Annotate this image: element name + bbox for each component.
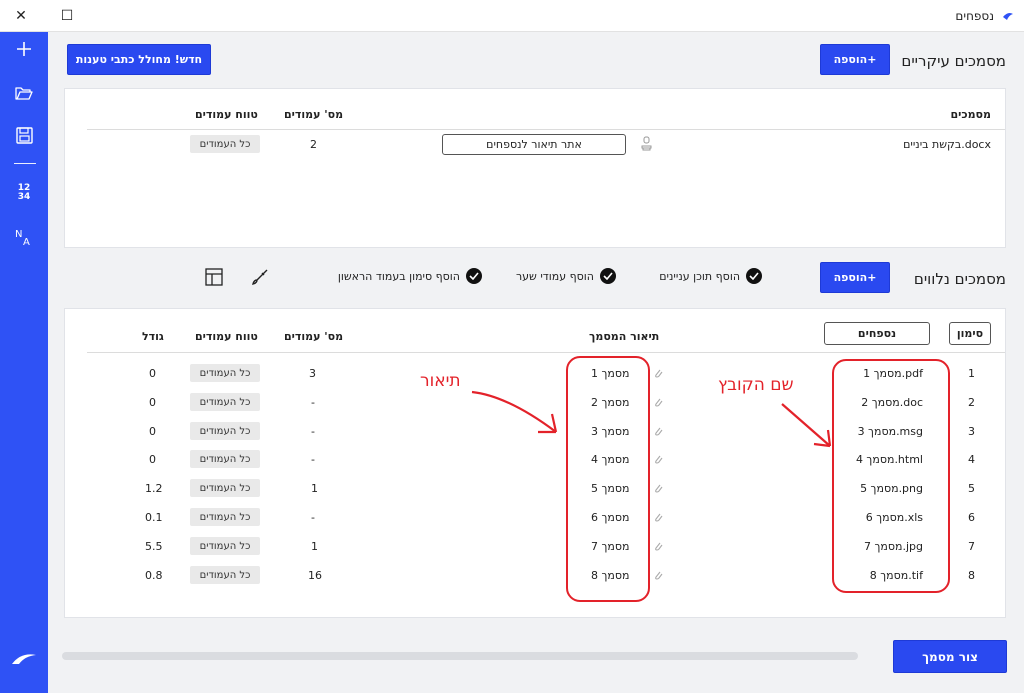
paperclip-icon[interactable] — [653, 453, 663, 465]
col-size: גודל — [142, 330, 164, 343]
col-appendices[interactable]: נספחים — [824, 322, 930, 345]
row-page-count: - — [311, 511, 315, 524]
svg-text:A: A — [23, 237, 30, 247]
stamp-icon[interactable] — [641, 136, 652, 151]
paperclip-icon[interactable] — [653, 396, 663, 408]
row-page-range[interactable]: כל העמודים — [190, 393, 260, 411]
create-document-button[interactable]: צור מסמך — [893, 640, 1007, 673]
main-documents-title: מסמכים עיקריים — [901, 52, 1006, 70]
row-page-count: - — [311, 425, 315, 438]
row-page-count: 1 — [311, 482, 318, 495]
row-mark: 6 — [968, 511, 975, 524]
window-title: נספחים — [955, 9, 994, 23]
app-logo-icon — [1003, 13, 1013, 20]
save-button[interactable] — [9, 120, 39, 150]
title-bar: ✕ ☐ נספחים — [0, 0, 1024, 32]
option-table-of-contents[interactable]: הוסף תוכן עניינים — [659, 268, 762, 284]
main-area: מסמכים עיקריים הוספה+ חדש! מחולל כתבי טע… — [48, 32, 1024, 693]
row-size: 1.2 — [145, 482, 163, 495]
row-page-count: 1 — [311, 540, 318, 553]
row-page-range[interactable]: כל העמודים — [190, 537, 260, 555]
svg-text:N: N — [15, 229, 22, 240]
paperclip-icon[interactable] — [653, 511, 663, 523]
close-button[interactable]: ✕ — [8, 4, 34, 28]
arrow-to-files-icon — [781, 403, 832, 448]
left-toolbar: 12 34 NA — [0, 32, 48, 693]
file-name-highlight — [832, 359, 950, 593]
row-page-count: - — [311, 396, 315, 409]
col-documents: מסמכים — [950, 108, 991, 121]
row-mark: 2 — [968, 396, 975, 409]
find-description-button[interactable]: אתר תיאור לנספחים — [442, 134, 626, 155]
description-highlight — [566, 356, 650, 602]
description-annotation: תיאור — [420, 371, 461, 391]
row-size: 5.5 — [145, 540, 163, 553]
col-page-count: מס' עמודים — [284, 330, 344, 343]
row-page-range[interactable]: כל העמודים — [190, 364, 260, 382]
row-page-count: 3 — [309, 367, 316, 380]
open-button[interactable] — [9, 78, 39, 108]
add-attached-document-button[interactable]: הוספה+ — [820, 262, 890, 293]
save-icon — [15, 126, 33, 144]
paperclip-icon[interactable] — [653, 540, 663, 552]
row-mark: 7 — [968, 540, 975, 553]
check-circle-icon — [746, 268, 762, 284]
numbering-icon: 12 34 — [17, 183, 31, 202]
row-page-range[interactable]: כל העמודים — [190, 508, 260, 526]
row-size: 0 — [149, 425, 156, 438]
brush-icon[interactable] — [251, 268, 269, 286]
arrow-to-descriptions-icon — [471, 390, 558, 434]
row-page-count: - — [311, 453, 315, 466]
text-size-icon: NA — [15, 229, 30, 247]
row-page-range[interactable]: כל העמודים — [190, 422, 260, 440]
close-icon: ✕ — [15, 8, 27, 24]
main-documents-panel: מסמכים מס' עמודים טווח עמודים בקשת ביניי… — [64, 88, 1006, 248]
maximize-icon: ☐ — [60, 8, 74, 24]
col-mark[interactable]: סימון — [949, 322, 991, 345]
col-page-range: טווח עמודים — [195, 330, 258, 343]
row-mark: 3 — [968, 425, 975, 438]
quill-icon — [12, 654, 36, 664]
check-circle-icon — [600, 268, 616, 284]
font-size-button[interactable]: NA — [9, 222, 39, 252]
pleadings-wizard-button[interactable]: חדש! מחולל כתבי טענות — [67, 44, 211, 75]
row-mark: 4 — [968, 453, 975, 466]
add-main-document-button[interactable]: הוספה+ — [820, 44, 890, 75]
new-button[interactable] — [9, 34, 39, 64]
main-doc-page-range[interactable]: כל העמודים — [190, 135, 260, 153]
paperclip-icon[interactable] — [653, 569, 663, 581]
check-circle-icon — [466, 268, 482, 284]
row-size: 0 — [149, 396, 156, 409]
folder-open-icon — [15, 87, 33, 100]
plus-icon — [17, 42, 31, 56]
attached-documents-title: מסמכים נלווים — [913, 270, 1006, 288]
col-page-count: מס' עמודים — [284, 108, 344, 121]
row-page-range[interactable]: כל העמודים — [190, 566, 260, 584]
progress-bar — [62, 652, 858, 660]
row-mark: 5 — [968, 482, 975, 495]
row-page-range[interactable]: כל העמודים — [190, 479, 260, 497]
file-name-annotation: שם הקובץ — [718, 375, 794, 395]
option-cover-pages[interactable]: הוסף עמודי שער — [516, 268, 616, 284]
row-mark: 1 — [968, 367, 975, 380]
row-size: 0 — [149, 453, 156, 466]
row-size: 0.8 — [145, 569, 163, 582]
paperclip-icon[interactable] — [653, 482, 663, 494]
option-first-page-mark[interactable]: הוסף סימון בעמוד הראשון — [338, 268, 482, 284]
table-layout-icon[interactable] — [205, 268, 223, 286]
paperclip-icon[interactable] — [653, 367, 663, 379]
paperclip-icon[interactable] — [653, 425, 663, 437]
row-size: 0 — [149, 367, 156, 380]
col-page-range: טווח עמודים — [195, 108, 258, 121]
quill-logo — [9, 644, 39, 674]
row-page-count: 16 — [308, 569, 322, 582]
col-description: תיאור המסמך — [589, 330, 660, 343]
row-page-range[interactable]: כל העמודים — [190, 450, 260, 468]
maximize-button[interactable]: ☐ — [54, 4, 80, 28]
main-doc-page-count: 2 — [310, 138, 317, 151]
numbering-button[interactable]: 12 34 — [9, 178, 39, 208]
row-mark: 8 — [968, 569, 975, 582]
row-size: 0.1 — [145, 511, 163, 524]
main-doc-name: בקשת ביניים.docx — [903, 138, 991, 151]
